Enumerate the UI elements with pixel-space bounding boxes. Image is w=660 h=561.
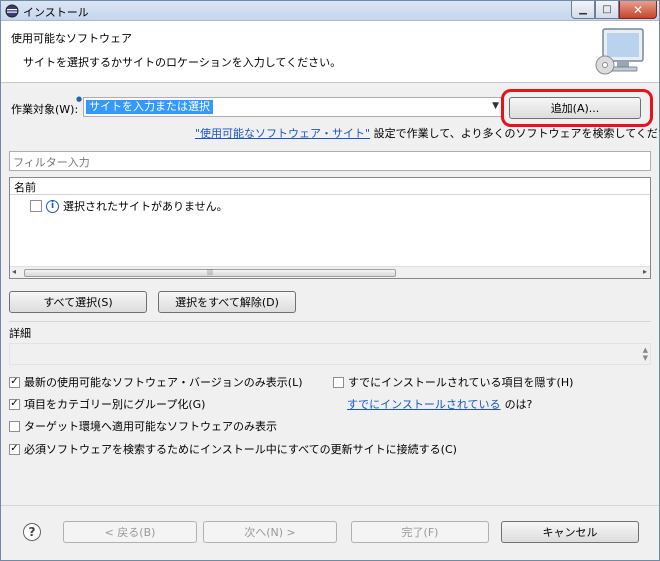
row-checkbox[interactable] [30,200,42,212]
available-sites-hint: "使用可能なソフトウェア・サイト" 設定で作業して、より多くのソフトウェアを検索… [195,125,660,141]
contact-all-sites-checkbox[interactable]: ✓ [9,443,20,455]
horizontal-scrollbar[interactable]: ◂ ||| ▸ [10,266,650,278]
hide-installed-label: すでにインストールされている項目を隠す(H) [348,376,574,389]
work-with-label: 作業対象(W): [11,103,79,116]
what-installed-link[interactable]: すでにインストールされている [347,396,501,412]
button-bar-divider [1,505,659,506]
close-icon: ✕ [632,2,644,17]
back-button[interactable]: < 戻る(B) [63,521,197,543]
software-table: 名前 i 選択されたサイトがありません。 ◂ ||| ▸ [9,177,651,279]
target-env-label: ターゲット環境へ適用可能なソフトウェアのみ表示 [24,420,277,433]
column-header-name[interactable]: 名前 [10,178,650,195]
latest-only-checkbox[interactable]: ✓ [9,376,20,388]
page-description: サイトを選択するかサイトのロケーションを入力してください。 [23,56,342,69]
maximize-icon: □ [602,4,612,15]
info-icon: i [46,199,59,213]
scroll-right-icon[interactable]: ▸ [643,267,647,276]
work-with-combo[interactable]: サイトを入力または選択 ▼ [83,97,503,117]
details-text: ▲ ▼ [9,343,651,365]
install-monitor-icon [595,28,644,75]
close-button[interactable]: ✕ [619,1,657,19]
group-by-category-label: 項目をカテゴリー別にグループ化(G) [24,398,206,411]
option-target-env-only[interactable]: ターゲット環境へ適用可能なソフトウェアのみ表示 [9,418,277,434]
table-row: i 選択されたサイトがありません。 [30,198,228,214]
empty-message: 選択されたサイトがありません。 [63,200,228,213]
page-title: 使用可能なソフトウェア [11,32,132,45]
option-latest-only[interactable]: ✓ 最新の使用可能なソフトウェア・バージョンのみ表示(L) [9,374,303,390]
option-hide-installed[interactable]: すでにインストールされている項目を隠す(H) [333,374,573,390]
details-scroll-icon[interactable]: ▲ ▼ [643,346,648,362]
filter-input[interactable]: フィルター入力 [9,151,651,171]
finish-button[interactable]: 完了(F) [351,521,489,543]
details-label: 詳細 [9,327,31,340]
contact-all-sites-label: 必須ソフトウェアを検索するためにインストール中にすべての更新サイトに接続する(C… [24,443,457,456]
what-installed-suffix: のは? [504,398,533,411]
wizard-header: 使用可能なソフトウェア サイトを選択するかサイトのロケーションを入力してください… [1,21,659,83]
hide-installed-checkbox[interactable] [333,376,344,388]
group-by-category-checkbox[interactable]: ✓ [9,398,20,410]
work-with-value: サイトを入力または選択 [86,100,213,114]
install-dialog: インストール ▁ □ ✕ 使用可能なソフトウェア サイトを選択するかサイトのロケ… [0,0,660,561]
option-contact-all-sites[interactable]: ✓ 必須ソフトウェアを検索するためにインストール中にすべての更新サイトに接続する… [9,441,457,457]
next-button[interactable]: 次へ(N) > [203,521,337,543]
option-group-by-category[interactable]: ✓ 項目をカテゴリー別にグループ化(G) [9,396,205,412]
maximize-button[interactable]: □ [595,1,619,19]
annotation-highlight [501,89,653,127]
what-installed-info: すでにインストールされている のは? [347,396,532,412]
eclipse-icon [5,4,19,18]
help-icon[interactable]: ? [23,523,41,541]
window-title: インストール [23,6,89,19]
title-bar: インストール ▁ □ ✕ [1,1,659,21]
deselect-all-button[interactable]: 選択をすべて解除(D) [158,291,296,313]
target-env-checkbox[interactable] [9,420,20,432]
scroll-left-icon[interactable]: ◂ [12,267,16,276]
hint-text: 設定で作業して、より多くのソフトウェアを検索してください。 [370,127,660,140]
select-all-button[interactable]: すべて選択(S) [9,291,147,313]
latest-only-label: 最新の使用可能なソフトウェア・バージョンのみ表示(L) [24,376,303,389]
minimize-icon: ▁ [579,4,587,15]
minimize-button[interactable]: ▁ [571,1,595,19]
content-assist-icon: ● [76,95,83,103]
cancel-button[interactable]: キャンセル [501,521,639,543]
scrollbar-thumb[interactable]: ||| [24,269,396,277]
available-sites-link[interactable]: "使用可能なソフトウェア・サイト" [195,127,370,140]
chevron-down-icon[interactable]: ▼ [492,101,499,111]
